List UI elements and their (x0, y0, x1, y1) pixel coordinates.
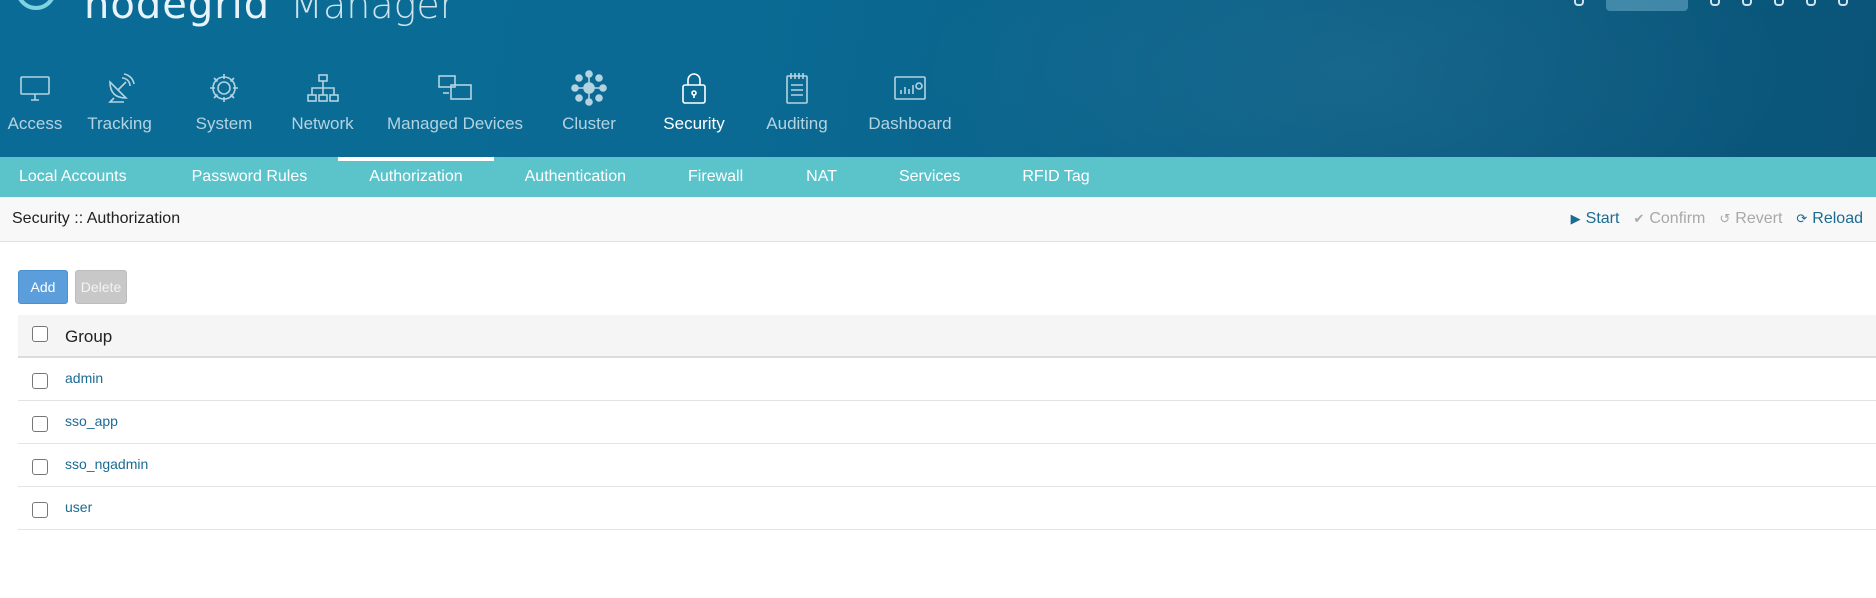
devices-icon (435, 70, 475, 106)
row-checkbox[interactable] (32, 373, 48, 389)
subnav-nat[interactable]: NAT (806, 157, 837, 197)
user-icon[interactable] (1710, 0, 1720, 6)
settings-icon[interactable] (1774, 0, 1784, 6)
nav-access[interactable]: Access (0, 70, 70, 140)
nav-network[interactable]: Network (275, 70, 370, 140)
group-link[interactable]: user (65, 499, 92, 515)
brand-name: nodegrid (84, 0, 271, 28)
add-button[interactable]: Add (18, 270, 68, 304)
revert-button[interactable]: ↺ Revert (1719, 210, 1782, 228)
subnav-rfid-tag[interactable]: RFID Tag (1022, 157, 1089, 197)
lock-icon (674, 70, 714, 106)
start-button[interactable]: ▶ Start (1571, 210, 1620, 228)
nav-security[interactable]: Security (649, 70, 739, 140)
group-link[interactable]: sso_ngadmin (65, 456, 148, 472)
app-header: nodegrid Manager Access Tracking System … (0, 0, 1876, 157)
row-checkbox[interactable] (32, 502, 48, 518)
page-actions: ▶ Start ✔ Confirm ↺ Revert ⟳ Reload (1571, 210, 1863, 228)
subnav-password-rules[interactable]: Password Rules (192, 157, 308, 197)
subnav-firewall[interactable]: Firewall (688, 157, 743, 197)
row-checkbox[interactable] (32, 416, 48, 432)
breadcrumb: Security :: Authorization (12, 210, 181, 227)
check-icon: ✔ (1633, 211, 1645, 226)
breadcrumb-bar: Security :: Authorization ▶ Start ✔ Conf… (0, 197, 1876, 242)
group-link[interactable]: sso_app (65, 413, 118, 429)
network-tree-icon (303, 70, 343, 106)
delete-button[interactable]: Delete (75, 270, 127, 304)
main-nav: Access Tracking System Network Managed D… (0, 70, 955, 140)
monitor-icon (15, 70, 55, 106)
cluster-icon (569, 70, 609, 106)
row-checkbox[interactable] (32, 459, 48, 475)
gear-icon (204, 70, 244, 106)
help-icon[interactable] (1742, 0, 1752, 6)
nav-tracking[interactable]: Tracking (72, 70, 167, 140)
subnav-authentication[interactable]: Authentication (525, 157, 626, 197)
undo-icon: ↺ (1719, 211, 1731, 226)
satellite-dish-icon (100, 70, 140, 106)
groups-table: Group admin sso_app sso_ngadmin user (18, 315, 1876, 530)
subnav-services[interactable]: Services (899, 157, 960, 197)
search-icon[interactable] (1574, 0, 1584, 6)
select-all-checkbox[interactable] (32, 326, 48, 342)
header-toolbar (1574, 0, 1876, 12)
notepad-icon (777, 70, 817, 106)
header-search-button[interactable] (1606, 0, 1688, 11)
table-row: sso_ngadmin (18, 444, 1876, 487)
nav-auditing[interactable]: Auditing (757, 70, 837, 140)
refresh-icon: ⟳ (1796, 211, 1808, 226)
brand-logo[interactable]: nodegrid Manager (8, 0, 455, 28)
confirm-button[interactable]: ✔ Confirm (1633, 210, 1705, 228)
column-header-group[interactable]: Group (65, 327, 112, 347)
nav-dashboard[interactable]: Dashboard (865, 70, 955, 140)
logout-icon[interactable] (1806, 0, 1816, 6)
nodegrid-logo-icon (18, 0, 54, 11)
table-row: sso_app (18, 401, 1876, 444)
dashboard-icon (890, 70, 930, 106)
table-header: Group (18, 315, 1876, 358)
sub-nav: Local Accounts Password Rules Authorizat… (0, 157, 1876, 197)
nav-cluster[interactable]: Cluster (549, 70, 629, 140)
subnav-authorization[interactable]: Authorization (338, 157, 495, 197)
power-icon[interactable] (1838, 0, 1848, 6)
nav-system[interactable]: System (179, 70, 269, 140)
play-icon: ▶ (1570, 211, 1581, 226)
table-row: admin (18, 358, 1876, 401)
nav-managed-devices[interactable]: Managed Devices (387, 70, 523, 140)
table-row: user (18, 487, 1876, 530)
brand-product: Manager (290, 0, 456, 27)
group-link[interactable]: admin (65, 370, 103, 386)
reload-button[interactable]: ⟳ Reload (1796, 210, 1863, 228)
subnav-local-accounts[interactable]: Local Accounts (19, 157, 127, 197)
